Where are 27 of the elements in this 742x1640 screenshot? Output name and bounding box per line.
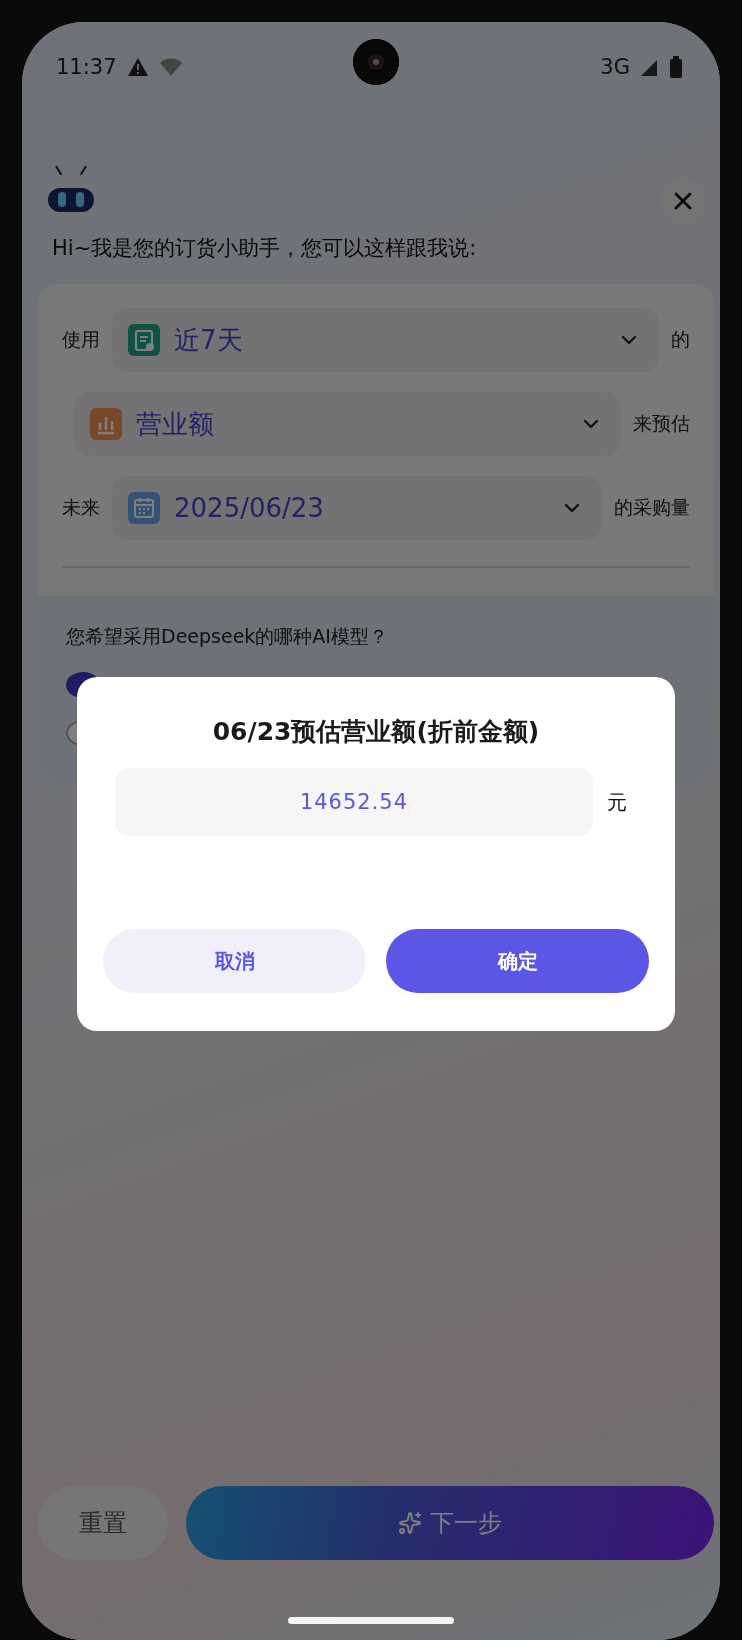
- reset-button[interactable]: 重置: [38, 1486, 168, 1560]
- row-label: 使用: [62, 327, 100, 352]
- next-button[interactable]: 下一步: [186, 1486, 714, 1560]
- sparkle-icon: [398, 1511, 422, 1535]
- row-label: 来预估: [633, 411, 690, 436]
- battery-icon: [670, 56, 682, 78]
- camera-icon: [353, 39, 399, 85]
- greeting-text: Hi~我是您的订货小助手，您可以这样跟我说:: [51, 235, 478, 262]
- bar-chart-icon: [90, 408, 122, 440]
- confirm-button[interactable]: 确定: [386, 929, 649, 993]
- dropdown-select[interactable]: 近7天: [112, 308, 659, 372]
- status-time: 11:37: [56, 55, 117, 79]
- calendar-icon: [128, 492, 160, 524]
- row-label: 的采购量: [614, 495, 690, 520]
- dropdown-select[interactable]: 2025/06/23: [112, 476, 602, 540]
- amount-field[interactable]: 14652.54: [115, 768, 593, 836]
- row-label: 未来: [62, 495, 100, 520]
- cancel-button[interactable]: 取消: [103, 929, 366, 993]
- network-type: 3G: [600, 55, 630, 79]
- dialog-title: 06/23预估营业额(折前金额): [212, 716, 540, 748]
- clipboard-icon: [128, 324, 160, 356]
- unit-label: 元: [607, 788, 628, 816]
- dropdown-select[interactable]: 营业额: [74, 392, 621, 456]
- question-text: 您希望采用Deepseek的哪种AI模型？: [66, 624, 389, 649]
- warning-icon: [126, 57, 149, 77]
- row-label: 的: [671, 327, 690, 352]
- wifi-icon: [158, 57, 183, 77]
